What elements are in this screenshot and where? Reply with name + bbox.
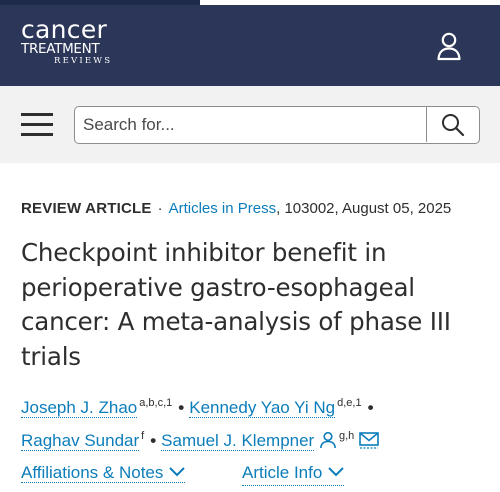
- magnifier-icon: [442, 114, 465, 137]
- article-info-label: Article Info: [242, 463, 323, 482]
- articles-in-press-link[interactable]: Articles in Press: [169, 200, 277, 217]
- citation-text: , 103002, August 05, 2025: [276, 200, 452, 217]
- author-affiliation: f: [141, 430, 145, 442]
- author-separator: •: [150, 431, 157, 450]
- corresponding-author-icon[interactable]: [319, 429, 337, 458]
- logo-line-cancer: cancer: [21, 15, 108, 44]
- logo-line-reviews: REVIEWS: [54, 56, 113, 66]
- hamburger-menu-icon[interactable]: [21, 113, 53, 137]
- article-info-toggle[interactable]: Article Info: [242, 461, 345, 486]
- search-button[interactable]: [426, 107, 479, 142]
- author-separator: •: [367, 398, 374, 417]
- author-link[interactable]: Samuel J. Klempner: [161, 431, 315, 451]
- journal-logo[interactable]: cancer TREATMENT REVIEWS: [21, 17, 112, 66]
- author-list: Joseph J. Zhao a,b,c,1 • Kennedy Yao Yi Ng d…: [21, 389, 486, 458]
- author-link[interactable]: Raghav Sundar: [21, 431, 140, 451]
- affiliations-notes-label: Affiliations & Notes: [21, 463, 164, 482]
- chevron-down-icon: [328, 467, 345, 477]
- article-type: REVIEW ARTICLE: [21, 200, 152, 217]
- author-affiliation: d,e,1: [337, 397, 362, 409]
- site-header: cancer TREATMENT REVIEWS: [0, 5, 500, 86]
- author-link[interactable]: Joseph J. Zhao: [21, 398, 138, 418]
- user-icon[interactable]: [436, 31, 462, 61]
- author-separator: •: [178, 398, 185, 417]
- chevron-down-icon: [169, 467, 186, 477]
- email-icon[interactable]: [359, 429, 379, 458]
- author-affiliation: a,b,c,1: [139, 397, 173, 409]
- search-input[interactable]: [75, 107, 425, 142]
- article-meta: REVIEW ARTICLE · Articles in Press, 103002…: [21, 199, 451, 219]
- search-box: [74, 106, 480, 144]
- affiliations-notes-toggle[interactable]: Affiliations & Notes: [21, 463, 186, 483]
- author-affiliation: g,h: [338, 430, 355, 442]
- meta-separator: ·: [157, 200, 163, 217]
- author-link[interactable]: Kennedy Yao Yi Ng: [189, 398, 336, 418]
- article-title: Checkpoint inhibitor benefit in perioper…: [21, 238, 451, 371]
- logo-line-treatment: TREATMENT: [21, 41, 100, 57]
- article-links: Affiliations & Notes Article Info: [21, 461, 345, 486]
